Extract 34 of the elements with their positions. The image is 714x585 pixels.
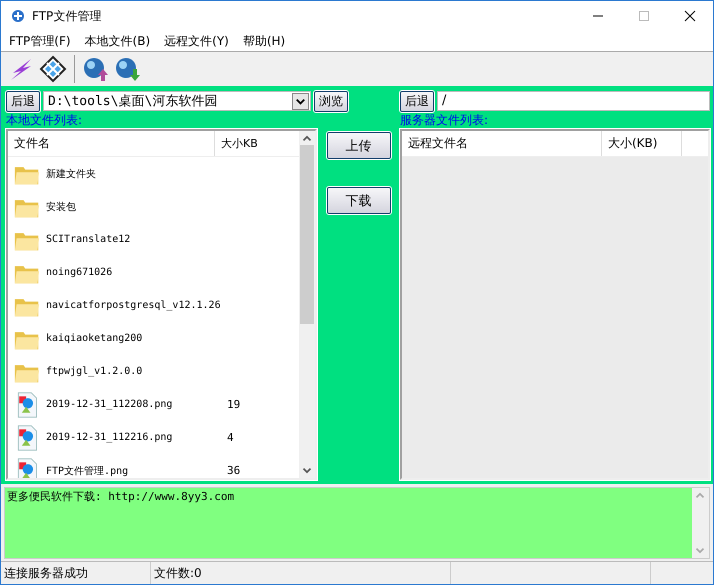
file-size: 36 <box>227 464 240 477</box>
list-label: 服务器文件列表: <box>400 112 488 129</box>
column-header[interactable]: 文件名 <box>8 131 215 156</box>
file-name[interactable]: kaiqiaoketang200 <box>46 333 221 344</box>
file-name[interactable]: ftpwjgl_v1.2.0.0 <box>46 366 221 377</box>
browse-button[interactable]: 浏览 <box>314 90 348 112</box>
file-name[interactable]: FTP文件管理.png <box>46 464 221 478</box>
menu-item[interactable]: FTP管理(F) <box>9 32 71 50</box>
download-button[interactable]: 下载 <box>326 187 390 214</box>
status-text: 连接服务器成功 <box>1 562 151 584</box>
file-name[interactable]: SCITranslate12 <box>46 234 221 245</box>
file-name[interactable]: 安装包 <box>46 200 221 214</box>
path-dropdown[interactable]: D:\tools\桌面\河东软件园 <box>43 91 311 111</box>
status-text: 文件数:0 <box>151 562 451 584</box>
column-header[interactable]: 大小KB <box>215 136 258 151</box>
upload-button[interactable]: 上传 <box>326 132 390 159</box>
log-text: 更多便民软件下载: http://www.8yy3.com <box>6 489 236 505</box>
file-name[interactable]: 新建文件夹 <box>46 166 221 180</box>
file-name[interactable]: noing671026 <box>46 267 221 278</box>
file-size: 4 <box>227 431 234 444</box>
file-name[interactable]: 2019-12-31_112208.png <box>46 399 221 410</box>
menu-item[interactable]: 本地文件(B) <box>84 32 150 50</box>
file-size: 19 <box>227 398 240 411</box>
back-button[interactable]: 后退 <box>6 90 40 112</box>
column-header[interactable]: 大小(KB) <box>602 131 682 156</box>
window-title: FTP文件管理 <box>32 8 102 24</box>
path-field[interactable]: / <box>437 91 710 111</box>
file-name[interactable]: 2019-12-31_112216.png <box>46 432 221 443</box>
list-label: 本地文件列表: <box>6 112 82 129</box>
menu-item[interactable]: 远程文件(Y) <box>164 32 229 50</box>
file-name[interactable]: navicatforpostgresql_v12.1.26 <box>46 300 221 311</box>
column-header[interactable]: 远程文件名 <box>402 131 602 156</box>
menu-item[interactable]: 帮助(H) <box>242 32 286 50</box>
back-button[interactable]: 后退 <box>400 90 434 112</box>
